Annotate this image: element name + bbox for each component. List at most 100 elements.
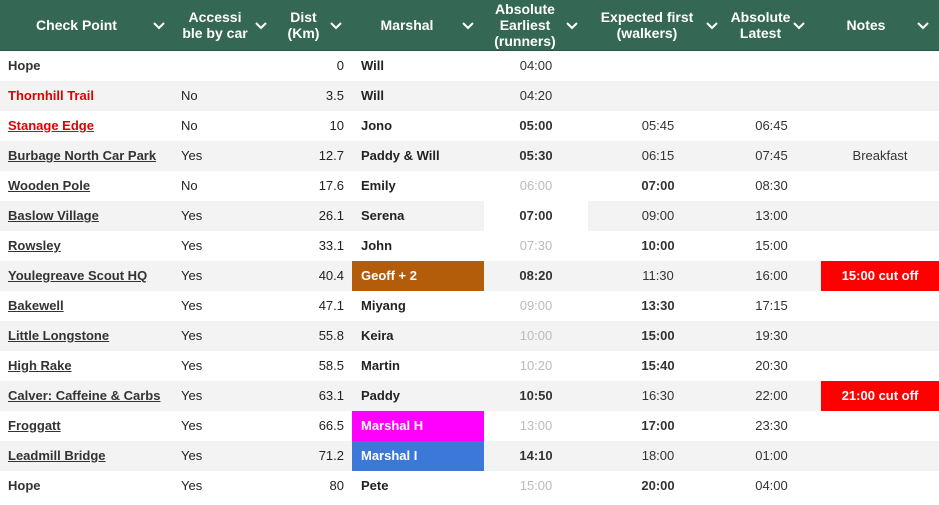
expected-cell[interactable]: 20:00: [588, 471, 728, 501]
marshal-cell[interactable]: Paddy: [352, 381, 484, 411]
notes-cell[interactable]: 21:00 cut off: [815, 381, 939, 411]
dist-cell[interactable]: 26.1: [277, 201, 352, 231]
abs-earliest-cell[interactable]: 10:20: [484, 351, 588, 381]
marshal-cell[interactable]: Geoff + 2: [352, 261, 484, 291]
notes-cell[interactable]: [815, 351, 939, 381]
checkpoint-link[interactable]: Leadmill Bridge: [0, 441, 175, 471]
chevron-down-icon[interactable]: [460, 17, 476, 33]
expected-cell[interactable]: 10:00: [588, 231, 728, 261]
chevron-down-icon[interactable]: [253, 17, 269, 33]
notes-cell[interactable]: [815, 171, 939, 201]
accessible-cell[interactable]: Yes: [175, 261, 277, 291]
abs-latest-cell[interactable]: 06:45: [728, 111, 815, 141]
abs-earliest-cell[interactable]: 06:00: [484, 171, 588, 201]
abs-latest-cell[interactable]: [728, 81, 815, 111]
abs-latest-cell[interactable]: 01:00: [728, 441, 815, 471]
expected-cell[interactable]: 13:30: [588, 291, 728, 321]
abs-earliest-cell[interactable]: 07:00: [484, 201, 588, 231]
dist-cell[interactable]: 3.5: [277, 81, 352, 111]
abs-earliest-cell[interactable]: 05:30: [484, 141, 588, 171]
notes-cell[interactable]: [815, 471, 939, 501]
marshal-cell[interactable]: Will: [352, 81, 484, 111]
notes-cell[interactable]: [815, 111, 939, 141]
header-abs-latest[interactable]: Absolute Latest: [728, 0, 815, 50]
abs-latest-cell[interactable]: 15:00: [728, 231, 815, 261]
abs-latest-cell[interactable]: 23:30: [728, 411, 815, 441]
checkpoint-link[interactable]: Little Longstone: [0, 321, 175, 351]
accessible-cell[interactable]: No: [175, 81, 277, 111]
dist-cell[interactable]: 58.5: [277, 351, 352, 381]
expected-cell[interactable]: 15:40: [588, 351, 728, 381]
header-dist[interactable]: Dist (Km): [277, 0, 352, 50]
header-checkpoint[interactable]: Check Point: [0, 0, 175, 50]
marshal-cell[interactable]: Paddy & Will: [352, 141, 484, 171]
abs-latest-cell[interactable]: 20:30: [728, 351, 815, 381]
abs-latest-cell[interactable]: 08:30: [728, 171, 815, 201]
checkpoint-cell[interactable]: Thornhill Trail: [0, 81, 175, 111]
marshal-cell[interactable]: Jono: [352, 111, 484, 141]
expected-cell[interactable]: 18:00: [588, 441, 728, 471]
header-marshal[interactable]: Marshal: [352, 0, 484, 50]
checkpoint-link[interactable]: Youlegreave Scout HQ: [0, 261, 175, 291]
abs-earliest-cell[interactable]: 08:20: [484, 261, 588, 291]
checkpoint-link[interactable]: Froggatt: [0, 411, 175, 441]
checkpoint-link[interactable]: High Rake: [0, 351, 175, 381]
abs-latest-cell[interactable]: 16:00: [728, 261, 815, 291]
abs-latest-cell[interactable]: 22:00: [728, 381, 815, 411]
accessible-cell[interactable]: Yes: [175, 321, 277, 351]
abs-earliest-cell[interactable]: 05:00: [484, 111, 588, 141]
header-accessible[interactable]: Accessi ble by car: [175, 0, 277, 50]
notes-cell[interactable]: [815, 321, 939, 351]
checkpoint-link[interactable]: Baslow Village: [0, 201, 175, 231]
abs-earliest-cell[interactable]: 07:30: [484, 231, 588, 261]
dist-cell[interactable]: 66.5: [277, 411, 352, 441]
abs-earliest-cell[interactable]: 04:00: [484, 51, 588, 81]
header-expected[interactable]: Expected first (walkers): [588, 0, 728, 50]
marshal-cell[interactable]: Martin: [352, 351, 484, 381]
checkpoint-link[interactable]: Bakewell: [0, 291, 175, 321]
expected-cell[interactable]: 09:00: [588, 201, 728, 231]
expected-cell[interactable]: 05:45: [588, 111, 728, 141]
expected-cell[interactable]: 16:30: [588, 381, 728, 411]
accessible-cell[interactable]: Yes: [175, 201, 277, 231]
chevron-down-icon[interactable]: [915, 17, 931, 33]
marshal-cell[interactable]: Miyang: [352, 291, 484, 321]
abs-latest-cell[interactable]: 17:15: [728, 291, 815, 321]
accessible-cell[interactable]: Yes: [175, 471, 277, 501]
notes-cell[interactable]: [815, 291, 939, 321]
dist-cell[interactable]: 47.1: [277, 291, 352, 321]
marshal-cell[interactable]: Emily: [352, 171, 484, 201]
chevron-down-icon[interactable]: [564, 17, 580, 33]
accessible-cell[interactable]: Yes: [175, 141, 277, 171]
abs-earliest-cell[interactable]: 13:00: [484, 411, 588, 441]
marshal-cell[interactable]: Will: [352, 51, 484, 81]
accessible-cell[interactable]: Yes: [175, 381, 277, 411]
expected-cell[interactable]: 06:15: [588, 141, 728, 171]
notes-cell[interactable]: [815, 411, 939, 441]
chevron-down-icon[interactable]: [704, 17, 720, 33]
checkpoint-cell[interactable]: Hope: [0, 51, 175, 81]
notes-cell[interactable]: 15:00 cut off: [815, 261, 939, 291]
checkpoint-link[interactable]: Stanage Edge: [0, 111, 175, 141]
marshal-cell[interactable]: Pete: [352, 471, 484, 501]
abs-latest-cell[interactable]: 19:30: [728, 321, 815, 351]
expected-cell[interactable]: 07:00: [588, 171, 728, 201]
checkpoint-link[interactable]: Wooden Pole: [0, 171, 175, 201]
abs-latest-cell[interactable]: 04:00: [728, 471, 815, 501]
abs-earliest-cell[interactable]: 09:00: [484, 291, 588, 321]
abs-earliest-cell[interactable]: 10:00: [484, 321, 588, 351]
expected-cell[interactable]: [588, 51, 728, 81]
accessible-cell[interactable]: [175, 51, 277, 81]
header-abs-earliest[interactable]: Absolute Earliest (runners): [484, 0, 588, 50]
notes-cell[interactable]: [815, 441, 939, 471]
accessible-cell[interactable]: Yes: [175, 291, 277, 321]
expected-cell[interactable]: 11:30: [588, 261, 728, 291]
notes-cell[interactable]: Breakfast: [815, 141, 939, 171]
chevron-down-icon[interactable]: [791, 17, 807, 33]
accessible-cell[interactable]: Yes: [175, 411, 277, 441]
abs-latest-cell[interactable]: 13:00: [728, 201, 815, 231]
chevron-down-icon[interactable]: [151, 17, 167, 33]
dist-cell[interactable]: 33.1: [277, 231, 352, 261]
dist-cell[interactable]: 40.4: [277, 261, 352, 291]
checkpoint-cell[interactable]: Hope: [0, 471, 175, 501]
